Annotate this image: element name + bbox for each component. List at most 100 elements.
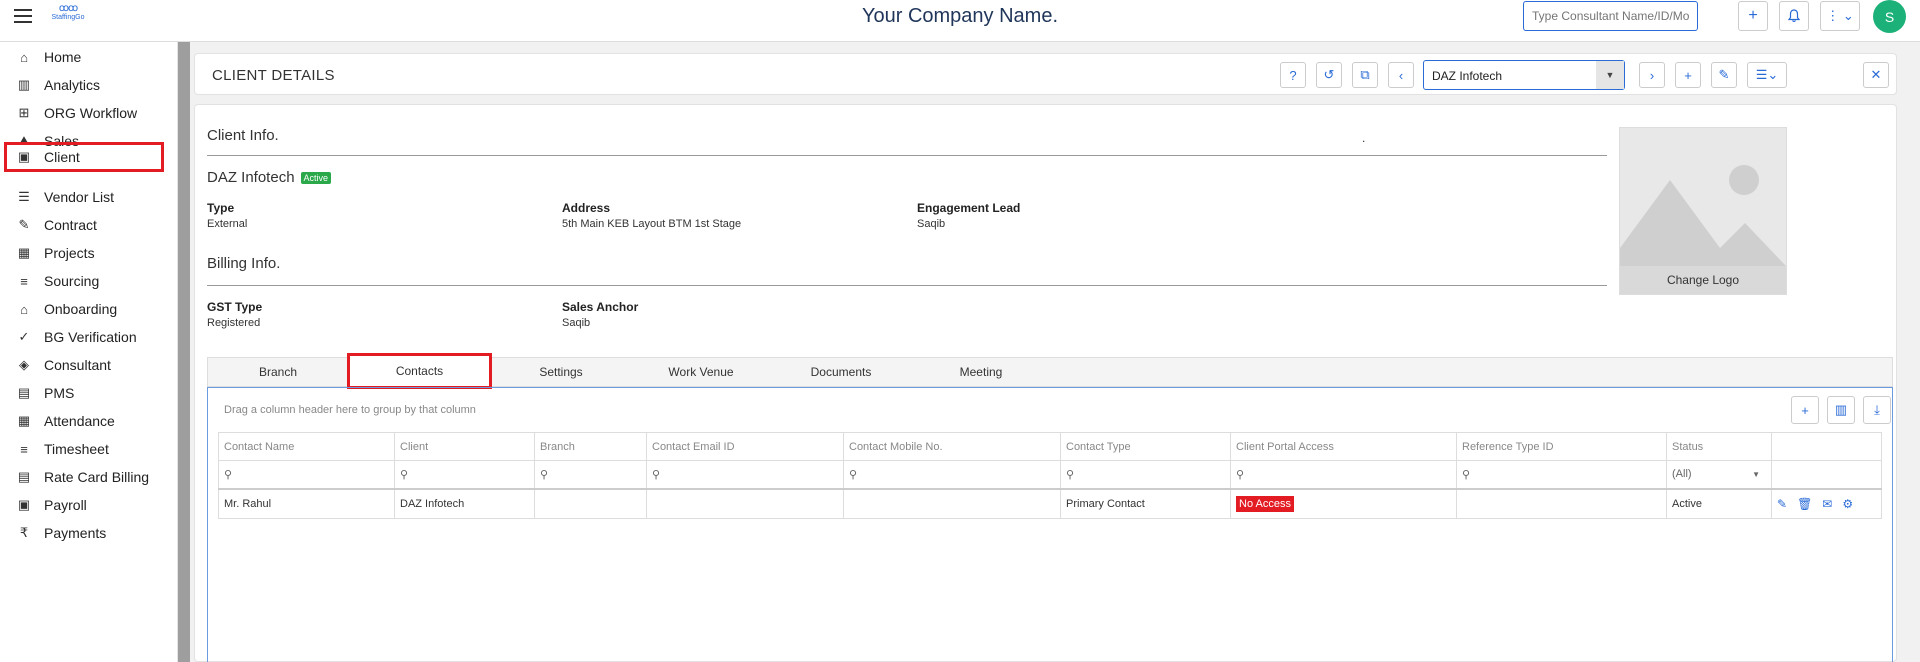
edit-button[interactable]: ✎ <box>1711 62 1737 88</box>
export-button[interactable]: ⤓ <box>1863 396 1891 424</box>
consultant-icon: ◈ <box>19 357 29 372</box>
previous-button[interactable]: ‹ <box>1388 62 1414 88</box>
sidebar-item-label: Payroll <box>44 497 87 513</box>
delete-icon[interactable]: 🗑 <box>1797 497 1812 511</box>
sidebar-item-vendor-list[interactable]: ☰ Vendor List <box>0 182 178 212</box>
status-filter-select[interactable]: (All) ▼ <box>1666 460 1772 489</box>
engagement-lead-value: Saqib <box>917 218 946 230</box>
client-details-header: CLIENT DETAILS ? ↺ ⧉ ‹ DAZ Infotech ▼ › … <box>194 53 1897 95</box>
sidebar-item-client[interactable]: ▣ Client <box>4 142 164 172</box>
caret-down-icon[interactable]: ▼ <box>1596 61 1624 89</box>
list-menu-button[interactable]: ☰⌄ <box>1747 62 1787 88</box>
vendor-list-icon: ☰ <box>18 189 30 204</box>
change-logo-button[interactable]: Change Logo <box>1620 266 1786 294</box>
help-button[interactable]: ? <box>1280 62 1306 88</box>
column-header[interactable]: Client <box>394 432 535 461</box>
sidebar-item-payroll[interactable]: ▣ Payroll <box>0 490 178 520</box>
column-header[interactable]: Contact Mobile No. <box>843 432 1061 461</box>
plus-icon: + <box>1801 402 1809 418</box>
user-avatar[interactable]: S <box>1873 0 1906 33</box>
sidebar-item-contract[interactable]: ✎ Contract <box>0 210 178 240</box>
column-header[interactable]: Contact Email ID <box>646 432 844 461</box>
filter-cell[interactable]: ⚲ <box>843 460 1061 489</box>
search-icon: ⚲ <box>400 468 409 481</box>
divider <box>207 285 1607 286</box>
add-button[interactable]: + <box>1738 1 1768 31</box>
sidebar-item-rate-card-billing[interactable]: ▤ Rate Card Billing <box>0 462 178 492</box>
mail-icon[interactable]: ✉ <box>1822 497 1832 511</box>
sidebar-item-org-workflow[interactable]: ⊞ ORG Workflow <box>0 98 178 128</box>
cell-contact-name: Mr. Rahul <box>218 487 395 519</box>
type-label: Type <box>207 201 235 215</box>
sidebar-item-home[interactable]: ⌂ Home <box>0 42 178 72</box>
tab-branch[interactable]: Branch <box>208 358 348 386</box>
status-badge: Active <box>300 171 332 184</box>
client-select-value: DAZ Infotech <box>1432 69 1503 83</box>
tab-meeting[interactable]: Meeting <box>911 358 1051 386</box>
tab-contacts[interactable]: Contacts <box>347 353 492 389</box>
column-header[interactable]: Branch <box>534 432 647 461</box>
tab-documents[interactable]: Documents <box>771 358 911 386</box>
edit-icon[interactable]: ✎ <box>1777 497 1787 511</box>
gst-type-value: Registered <box>207 317 261 329</box>
notifications-button[interactable] <box>1779 1 1809 31</box>
sidebar-item-label: ORG Workflow <box>44 105 138 121</box>
filter-cell[interactable]: ⚲ <box>218 460 395 489</box>
sidebar-item-analytics[interactable]: ▥ Analytics <box>0 70 178 100</box>
filter-cell[interactable]: ⚲ <box>394 460 535 489</box>
sidebar-item-label: Sourcing <box>44 273 100 289</box>
table-row[interactable]: Mr. Rahul DAZ Infotech Primary Contact N… <box>218 487 1882 519</box>
list-icon: ☰⌄ <box>1755 67 1779 82</box>
next-button[interactable]: › <box>1639 62 1665 88</box>
sidebar-item-consultant[interactable]: ◈ Consultant <box>0 350 178 380</box>
filter-cell[interactable]: ⚲ <box>1230 460 1457 489</box>
sidebar-item-projects[interactable]: ▦ Projects <box>0 238 178 268</box>
tab-work-venue[interactable]: Work Venue <box>631 358 771 386</box>
workflow-icon: ⊞ <box>18 105 30 120</box>
filter-cell[interactable]: ⚲ <box>1456 460 1667 489</box>
consultant-search-input[interactable] <box>1523 1 1698 31</box>
column-header[interactable]: Status <box>1666 432 1772 461</box>
sidebar-item-pms[interactable]: ▤ PMS <box>0 378 178 408</box>
search-icon: ⚲ <box>1236 468 1245 481</box>
client-logo[interactable]: Change Logo <box>1619 127 1787 295</box>
sidebar-item-timesheet[interactable]: ≡ Timesheet <box>0 434 178 464</box>
column-header[interactable]: Client Portal Access <box>1230 432 1457 461</box>
settings-icon[interactable]: ⚙ <box>1842 497 1853 511</box>
sidebar-item-label: Rate Card Billing <box>44 469 150 485</box>
filter-cell[interactable]: ⚲ <box>1060 460 1231 489</box>
tab-settings[interactable]: Settings <box>491 358 631 386</box>
add-contact-button[interactable]: + <box>1791 396 1819 424</box>
more-options-button[interactable]: ⋮ ⌄ <box>1820 1 1860 31</box>
sidebar-item-attendance[interactable]: ▦ Attendance <box>0 406 178 436</box>
filter-cell-empty <box>1771 460 1882 489</box>
sidebar-item-label: Contract <box>44 217 97 233</box>
column-chooser-button[interactable]: ▥ <box>1827 396 1855 424</box>
client-select[interactable]: DAZ Infotech ▼ <box>1423 60 1625 90</box>
sidebar-item-onboarding[interactable]: ⌂ Onboarding <box>0 294 178 324</box>
copy-button[interactable]: ⧉ <box>1352 62 1378 88</box>
gst-type-label: GST Type <box>207 300 263 314</box>
sourcing-icon: ≡ <box>20 273 28 289</box>
app-logo-text: StaffingGo <box>51 14 85 21</box>
columns-icon: ▥ <box>1834 402 1848 417</box>
close-button[interactable]: ✕ <box>1863 62 1889 88</box>
more-vertical-icon: ⋮ ⌄ <box>1826 8 1854 23</box>
sidebar-item-label: BG Verification <box>44 329 137 345</box>
sidebar-item-payments[interactable]: ₹ Payments <box>0 518 178 548</box>
filter-cell[interactable]: ⚲ <box>646 460 844 489</box>
history-button[interactable]: ↺ <box>1316 62 1342 88</box>
sidebar-item-sourcing[interactable]: ≡ Sourcing <box>0 266 178 296</box>
column-header[interactable]: Reference Type ID <box>1456 432 1667 461</box>
column-header[interactable]: Contact Type <box>1060 432 1231 461</box>
cell-reference-type-id <box>1456 487 1667 519</box>
app-logo[interactable]: ꝏꝏ StaffingGo <box>48 4 88 26</box>
filter-cell[interactable]: ⚲ <box>534 460 647 489</box>
sidebar-item-bg-verification[interactable]: ✓ BG Verification <box>0 322 178 352</box>
column-header[interactable]: Contact Name <box>218 432 395 461</box>
hamburger-menu-icon[interactable] <box>14 9 32 23</box>
cell-portal-access: No Access <box>1230 487 1457 519</box>
sidebar-item-label: PMS <box>44 385 75 401</box>
pencil-icon: ✎ <box>1718 67 1730 82</box>
add-client-button[interactable]: + <box>1675 62 1701 88</box>
